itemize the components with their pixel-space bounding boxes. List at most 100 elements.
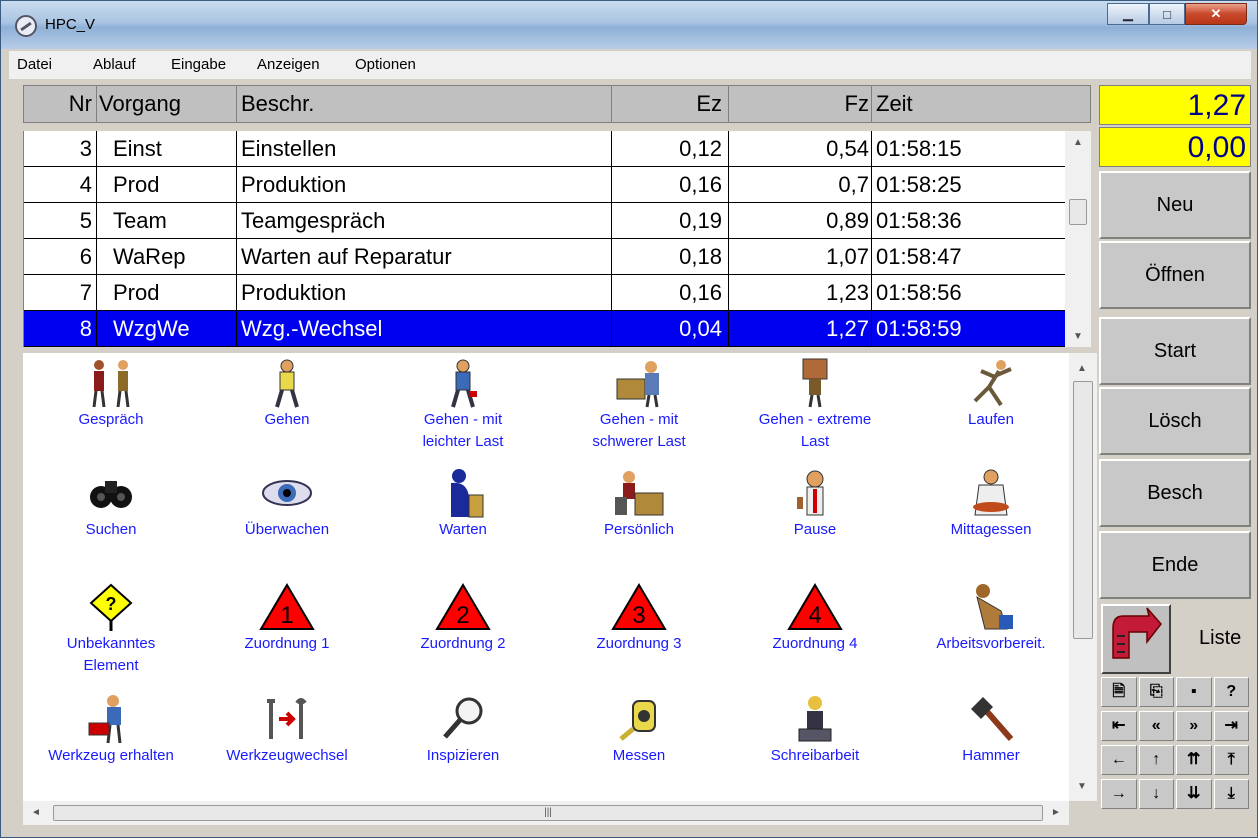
activity-item[interactable]: Gehen — [199, 357, 375, 431]
last-icon[interactable]: ⇥ — [1213, 711, 1249, 741]
menu-eingabe[interactable]: Eingabe — [171, 56, 226, 73]
first-icon[interactable]: ⇤ — [1101, 711, 1137, 741]
scroll-right-icon[interactable]: ► — [1043, 803, 1069, 823]
activity-item[interactable]: Überwachen — [199, 467, 375, 541]
scroll-down-icon[interactable]: ▼ — [1065, 327, 1091, 347]
table-row[interactable]: 4 Prod Produktion 0,16 0,7 01:58:25 — [24, 167, 1066, 203]
activity-item[interactable]: Persönlich — [551, 467, 727, 541]
icon-panel-scroll-thumb[interactable] — [1073, 381, 1093, 639]
scroll-down-icon[interactable]: ▼ — [1069, 777, 1095, 797]
activity-item[interactable]: Messen — [551, 693, 727, 767]
bottom-icon[interactable]: ⤓ — [1213, 779, 1249, 809]
triangle-1-icon: 1 — [257, 581, 317, 633]
column-header-beschr[interactable]: Beschr. — [237, 86, 612, 122]
icon-panel-hscrollbar[interactable]: ◄ ||| ► — [23, 801, 1069, 825]
activity-item[interactable]: Warten — [375, 467, 551, 541]
cell-beschr: Wzg.-Wechsel — [237, 311, 612, 346]
cell-zeit: 01:58:47 — [876, 244, 962, 269]
hscroll-thumb[interactable]: ||| — [53, 805, 1043, 821]
column-header-vorgang[interactable]: Vorgang — [97, 86, 237, 122]
table-row[interactable]: 3 Einst Einstellen 0,12 0,54 01:58:15 — [24, 131, 1066, 167]
menu-optionen[interactable]: Optionen — [355, 56, 416, 73]
activity-item[interactable]: 1 Zuordnung 1 — [199, 581, 375, 655]
double-up-icon[interactable]: ⇈ — [1176, 745, 1212, 775]
activity-item[interactable]: Schreibarbeit — [727, 693, 903, 767]
table-row[interactable]: 7 Prod Produktion 0,16 1,23 01:58:56 — [24, 275, 1066, 311]
double-down-icon[interactable]: ⇊ — [1176, 779, 1212, 809]
fast-forward-icon[interactable]: » — [1176, 711, 1212, 741]
loesch-button[interactable]: Lösch — [1099, 387, 1251, 455]
help-icon[interactable]: ? — [1213, 677, 1249, 707]
save-icon[interactable]: ▪ — [1176, 677, 1212, 707]
cell-vorgang: WzgWe — [97, 311, 237, 346]
activity-item[interactable]: Arbeitsvorbereit. — [903, 581, 1079, 655]
activity-label: Laufen — [968, 411, 1014, 428]
activity-item[interactable]: Gespräch — [23, 357, 199, 431]
arrow-down-icon[interactable]: ↓ — [1138, 779, 1174, 809]
activity-item[interactable]: Werkzeug erhalten — [23, 693, 199, 767]
activity-item[interactable]: Gehen - mit schwerer Last — [551, 357, 727, 453]
table-row[interactable]: 5 Team Teamgespräch 0,19 0,89 01:58:36 — [24, 203, 1066, 239]
activity-label: Zuordnung 1 — [244, 635, 330, 652]
cell-beschr: Teamgespräch — [237, 203, 612, 238]
running-icon — [961, 357, 1021, 409]
fast-back-icon[interactable]: « — [1138, 711, 1174, 741]
activity-item[interactable]: Inspizieren — [375, 693, 551, 767]
close-button[interactable]: ✕ — [1185, 3, 1247, 25]
start-button[interactable]: Start — [1099, 317, 1251, 385]
table-header: Nr Vorgang Beschr. Ez Fz Zeit — [23, 85, 1091, 123]
ende-button[interactable]: Ende — [1099, 531, 1251, 599]
activity-item[interactable]: Pause — [727, 467, 903, 541]
activity-item[interactable]: Hammer — [903, 693, 1079, 767]
maximize-button[interactable]: □ — [1149, 3, 1185, 25]
unknown-sign-icon: ? — [81, 581, 141, 633]
cell-zeit: 01:58:56 — [876, 280, 962, 305]
arrow-left-icon[interactable]: ← — [1101, 745, 1137, 775]
activity-label: Inspizieren — [426, 747, 500, 764]
cell-ez: 0,18 — [612, 239, 729, 274]
activity-item[interactable]: ? Unbekanntes Element — [23, 581, 199, 677]
cell-ez: 0,16 — [612, 167, 729, 202]
cell-zeit: 01:58:36 — [876, 208, 962, 233]
icon-panel-scrollbar[interactable]: ▲ ▼ — [1069, 353, 1097, 801]
activity-item[interactable]: 3 Zuordnung 3 — [551, 581, 727, 655]
table-scroll-thumb[interactable] — [1069, 199, 1087, 225]
oeffnen-button[interactable]: Öffnen — [1099, 241, 1251, 309]
activity-item[interactable]: Gehen - extreme Last — [727, 357, 903, 453]
title-bar[interactable]: HPC_V ▁ □ ✕ — [1, 1, 1257, 49]
activity-item[interactable]: 4 Zuordnung 4 — [727, 581, 903, 655]
activity-item[interactable]: Suchen — [23, 467, 199, 541]
liste-button[interactable] — [1101, 604, 1171, 674]
menu-datei[interactable]: Datei — [17, 56, 52, 73]
column-header-zeit[interactable]: Zeit — [872, 86, 1090, 122]
column-header-fz[interactable]: Fz — [729, 86, 872, 122]
arrow-right-icon[interactable]: → — [1101, 779, 1137, 809]
scroll-up-icon[interactable]: ▲ — [1065, 133, 1091, 153]
new-file-icon[interactable]: 🗎 — [1101, 677, 1137, 707]
activity-item[interactable]: Werkzeugwechsel — [199, 693, 375, 767]
activity-item[interactable]: Laufen — [903, 357, 1079, 431]
cell-nr: 4 — [24, 167, 97, 202]
table-row[interactable]: 8 WzgWe Wzg.-Wechsel 0,04 1,27 01:58:59 — [24, 311, 1066, 347]
app-icon[interactable] — [15, 15, 37, 37]
besch-button[interactable]: Besch — [1099, 459, 1251, 527]
arrow-up-icon[interactable]: ↑ — [1138, 745, 1174, 775]
menu-anzeigen[interactable]: Anzeigen — [257, 56, 320, 73]
neu-button[interactable]: Neu — [1099, 171, 1251, 239]
table-scrollbar[interactable]: ▲ ▼ — [1065, 131, 1091, 347]
menu-ablauf[interactable]: Ablauf — [93, 56, 136, 73]
scroll-left-icon[interactable]: ◄ — [23, 803, 49, 823]
column-header-nr[interactable]: Nr — [24, 86, 97, 122]
scroll-up-icon[interactable]: ▲ — [1069, 359, 1095, 379]
waiting-icon — [433, 467, 493, 519]
activity-item[interactable]: Gehen - mit leichter Last — [375, 357, 551, 453]
minimize-button[interactable]: ▁ — [1107, 3, 1149, 25]
app-window: HPC_V ▁ □ ✕ Datei Ablauf Eingabe Anzeige… — [0, 0, 1258, 838]
liste-arrow-icon — [1112, 607, 1162, 659]
table-row[interactable]: 6 WaRep Warten auf Reparatur 0,18 1,07 01:58:… — [24, 239, 1066, 275]
top-icon[interactable]: ⤒ — [1213, 745, 1249, 775]
activity-item[interactable]: 2 Zuordnung 2 — [375, 581, 551, 655]
column-header-ez[interactable]: Ez — [612, 86, 729, 122]
open-file-icon[interactable]: ⎘ — [1138, 677, 1174, 707]
activity-item[interactable]: Mittagessen — [903, 467, 1079, 541]
